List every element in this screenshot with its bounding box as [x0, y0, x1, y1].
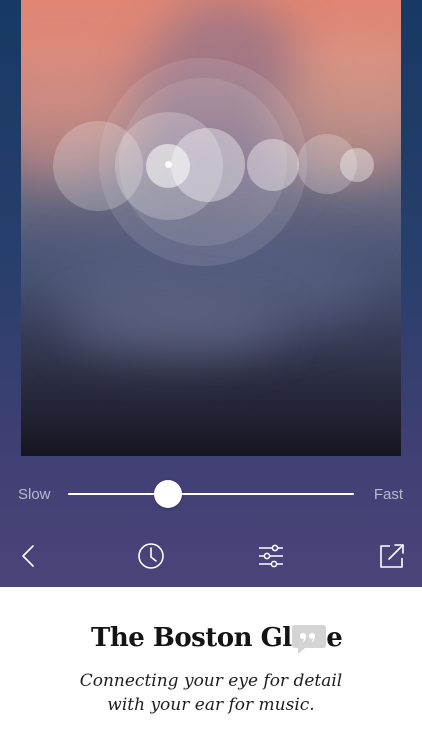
slider-min-label: Slow — [18, 486, 51, 503]
clock-icon — [138, 543, 164, 569]
history-button[interactable] — [135, 540, 167, 572]
share-button[interactable] — [376, 540, 408, 572]
share-icon — [380, 544, 404, 568]
slider-thumb[interactable] — [154, 480, 183, 508]
blur-patch — [61, 300, 281, 360]
focus-point[interactable] — [165, 161, 172, 168]
chevron-left-icon — [22, 545, 34, 567]
app-screen: Slow Fast — [0, 0, 422, 587]
settings-button[interactable] — [255, 540, 287, 572]
promo-footer: The Boston Globe Connecting your eye for… — [0, 587, 422, 750]
toolbar — [0, 536, 422, 576]
quote-bubble-icon — [290, 623, 328, 657]
speed-slider[interactable]: Slow Fast — [0, 478, 422, 510]
slider-max-label: Fast — [373, 486, 403, 503]
tagline: Connecting your eye for detail with your… — [0, 669, 422, 717]
photo-canvas[interactable] — [21, 0, 401, 456]
slider-track[interactable] — [68, 493, 354, 495]
tagline-line: with your ear for music. — [107, 695, 315, 715]
tagline-line: Connecting your eye for detail — [79, 671, 343, 691]
bokeh-bubble — [340, 148, 374, 182]
back-button[interactable] — [13, 540, 45, 572]
bokeh-bubble — [247, 139, 299, 191]
sliders-icon — [259, 544, 283, 568]
